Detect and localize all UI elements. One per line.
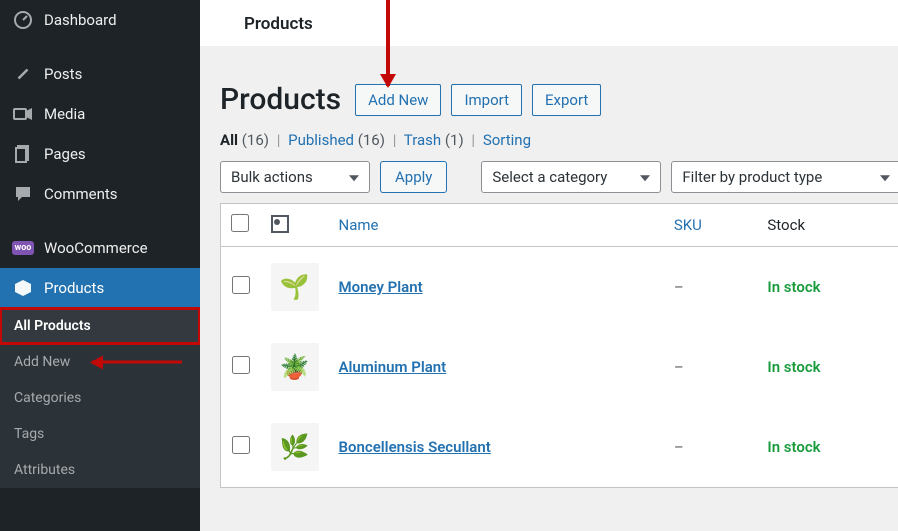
row-checkbox[interactable] — [232, 356, 250, 374]
table-row: 🌱 Money Plant – In stock — [221, 247, 898, 328]
sidebar-item-posts[interactable]: Posts — [0, 54, 200, 94]
screen-header: Products — [200, 0, 898, 46]
annotation-arrow-icon — [92, 361, 182, 364]
admin-sidebar: Dashboard Posts Media Pages Comments woo… — [0, 0, 200, 531]
sidebar-item-media[interactable]: Media — [0, 94, 200, 134]
column-sku[interactable]: SKU — [664, 204, 758, 247]
submenu-attributes[interactable]: Attributes — [0, 452, 200, 488]
pages-icon — [12, 144, 34, 164]
import-button[interactable]: Import — [451, 84, 522, 116]
sidebar-item-products[interactable]: Products — [0, 268, 200, 308]
comments-icon — [12, 184, 34, 204]
product-sku: – — [664, 407, 758, 488]
table-row: 🌿 Boncellensis Secullant – In stock — [221, 407, 898, 488]
product-name-link[interactable]: Money Plant — [339, 278, 423, 296]
actions-row: Bulk actions Apply Select a category Fil… — [220, 161, 898, 193]
sidebar-item-label: WooCommerce — [44, 239, 148, 257]
table-row: 🪴 Aluminum Plant – In stock — [221, 327, 898, 407]
submenu-all-products[interactable]: All Products — [0, 308, 200, 344]
product-thumbnail[interactable]: 🪴 — [271, 343, 319, 391]
sidebar-item-label: Pages — [44, 145, 86, 163]
sidebar-item-label: Comments — [44, 185, 118, 203]
row-checkbox[interactable] — [232, 436, 250, 454]
product-sku: – — [664, 247, 758, 328]
product-stock: In stock — [757, 327, 898, 407]
sidebar-item-comments[interactable]: Comments — [0, 174, 200, 214]
annotation-arrow-icon — [386, 0, 390, 86]
sidebar-submenu: All Products Add New Categories Tags Att… — [0, 308, 200, 488]
filter-all[interactable]: All — [220, 131, 238, 149]
status-filter-links: All (16) | Published (16) | Trash (1) | … — [220, 131, 898, 149]
image-column-icon — [271, 215, 289, 233]
main-content: Products Products Add New Import Export … — [200, 0, 898, 531]
page-title: Products — [220, 82, 341, 117]
submenu-tags[interactable]: Tags — [0, 416, 200, 452]
sidebar-item-pages[interactable]: Pages — [0, 134, 200, 174]
product-name-link[interactable]: Aluminum Plant — [339, 358, 447, 376]
select-all-checkbox[interactable] — [231, 214, 249, 232]
column-name[interactable]: Name — [329, 204, 664, 247]
product-stock: In stock — [757, 407, 898, 488]
sidebar-item-label: Dashboard — [44, 11, 117, 29]
sidebar-item-label: Products — [44, 279, 104, 297]
products-table: Name SKU Stock 🌱 Money Plant – In stock … — [220, 203, 898, 488]
filter-sorting[interactable]: Sorting — [483, 131, 531, 149]
row-checkbox[interactable] — [232, 276, 250, 294]
woo-icon: woo — [12, 238, 34, 258]
column-stock: Stock — [757, 204, 898, 247]
product-sku: – — [664, 327, 758, 407]
export-button[interactable]: Export — [532, 84, 601, 116]
media-icon — [12, 104, 34, 124]
product-thumbnail[interactable]: 🌿 — [271, 423, 319, 471]
submenu-categories[interactable]: Categories — [0, 380, 200, 416]
sidebar-item-woocommerce[interactable]: woo WooCommerce — [0, 228, 200, 268]
dashboard-icon — [12, 10, 34, 30]
apply-button[interactable]: Apply — [380, 161, 447, 193]
product-stock: In stock — [757, 247, 898, 328]
product-thumbnail[interactable]: 🌱 — [271, 263, 319, 311]
sidebar-item-label: Media — [44, 105, 85, 123]
filter-trash[interactable]: Trash (1) — [404, 131, 464, 149]
sidebar-item-label: Posts — [44, 65, 82, 83]
bulk-actions-select[interactable]: Bulk actions — [220, 161, 370, 193]
filter-published[interactable]: Published (16) — [288, 131, 385, 149]
submenu-add-new[interactable]: Add New — [0, 344, 200, 380]
product-name-link[interactable]: Boncellensis Secullant — [339, 438, 491, 456]
sidebar-item-dashboard[interactable]: Dashboard — [0, 0, 200, 40]
add-new-button[interactable]: Add New — [355, 84, 441, 116]
heading-row: Products Add New Import Export — [220, 82, 898, 117]
product-type-select[interactable]: Filter by product type — [671, 161, 898, 193]
category-select[interactable]: Select a category — [481, 161, 661, 193]
products-icon — [12, 278, 34, 298]
pin-icon — [12, 64, 34, 84]
